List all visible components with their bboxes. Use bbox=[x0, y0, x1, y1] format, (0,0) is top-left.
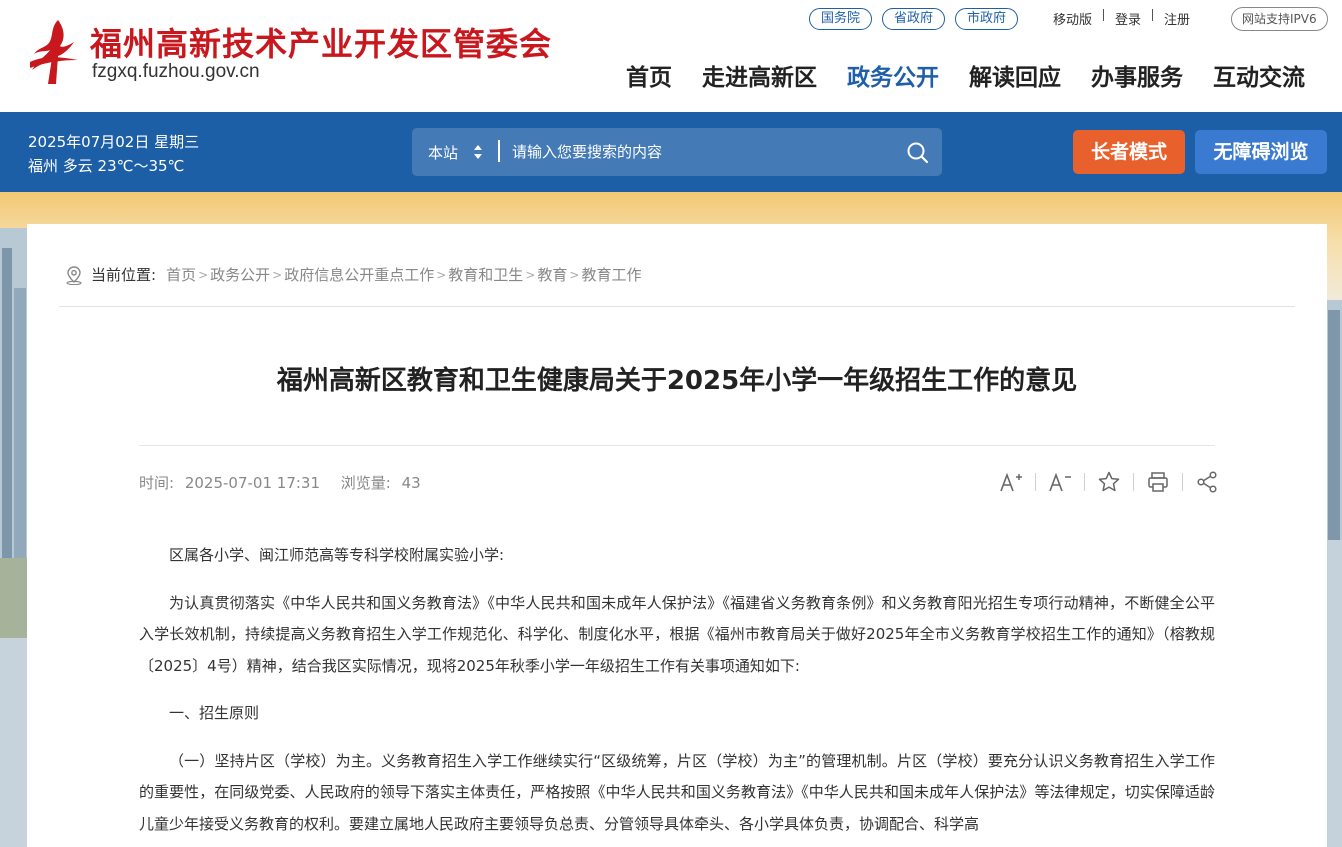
nav-government-affairs[interactable]: 政务公开 bbox=[847, 58, 939, 92]
divider bbox=[1182, 473, 1183, 491]
publish-time-label: 时间: bbox=[139, 474, 175, 492]
divider bbox=[1035, 473, 1036, 491]
location-pin-icon bbox=[66, 265, 82, 285]
views-label: 浏览量: bbox=[340, 474, 391, 492]
nav-interaction[interactable]: 互动交流 bbox=[1213, 58, 1305, 92]
share-icon[interactable] bbox=[1195, 470, 1219, 494]
breadcrumb-education-work[interactable]: 教育工作 bbox=[581, 264, 641, 285]
article-paragraph: 一、招生原则 bbox=[169, 704, 260, 722]
top-links: 移动版 登录 注册 bbox=[1053, 8, 1190, 28]
search-box: 本站 bbox=[412, 128, 942, 176]
site-header: 福州高新技术产业开发区管委会 fzgxq.fuzhou.gov.cn 国务院 省… bbox=[0, 0, 1342, 112]
nav-home[interactable]: 首页 bbox=[626, 58, 672, 92]
search-scope-select[interactable]: 本站 bbox=[428, 142, 458, 163]
register-link[interactable]: 注册 bbox=[1164, 9, 1190, 28]
search-input[interactable] bbox=[512, 136, 892, 168]
info-search-bar: 2025年07月02日 星期三 福州 多云 23℃～35℃ 本站 长者模式 无障… bbox=[0, 112, 1342, 192]
breadcrumb-separator: > bbox=[569, 267, 580, 282]
print-icon[interactable] bbox=[1146, 470, 1170, 494]
breadcrumb-key-work[interactable]: 政府信息公开重点工作 bbox=[284, 264, 434, 285]
search-divider bbox=[498, 140, 500, 162]
mobile-version-link[interactable]: 移动版 bbox=[1053, 9, 1092, 28]
article-tools bbox=[999, 470, 1219, 494]
updown-arrow-icon[interactable] bbox=[472, 141, 484, 163]
gov-links: 国务院 省政府 市政府 bbox=[809, 8, 1019, 30]
ipv6-badge[interactable]: 网站支持IPV6 bbox=[1231, 7, 1328, 31]
breadcrumb-separator: > bbox=[525, 267, 536, 282]
search-icon[interactable] bbox=[906, 141, 930, 165]
breadcrumb-education[interactable]: 教育 bbox=[537, 264, 567, 285]
article-paragraph: 为认真贯彻落实《中华人民共和国义务教育法》《中华人民共和国未成年人保护法》《福建… bbox=[139, 593, 1215, 675]
divider bbox=[1152, 8, 1154, 21]
site-domain: fzgxq.fuzhou.gov.cn bbox=[92, 61, 260, 82]
publish-time: 2025-07-01 17:31 bbox=[184, 474, 321, 492]
gov-link-state-council[interactable]: 国务院 bbox=[809, 8, 873, 30]
views-count: 43 bbox=[401, 474, 421, 492]
article-title: 福州高新区教育和卫生健康局关于2025年小学一年级招生工作的意见 bbox=[276, 366, 1078, 396]
nav-about-zone[interactable]: 走进高新区 bbox=[702, 58, 817, 92]
breadcrumb-label: 当前位置: bbox=[91, 266, 157, 284]
elder-mode-button[interactable]: 长者模式 bbox=[1073, 130, 1185, 174]
breadcrumb-home[interactable]: 首页 bbox=[166, 264, 196, 285]
breadcrumb-separator: > bbox=[436, 267, 447, 282]
login-link[interactable]: 登录 bbox=[1115, 9, 1141, 28]
nav-services[interactable]: 办事服务 bbox=[1091, 58, 1183, 92]
article-card: 当前位置: 首页 > 政务公开 > 政府信息公开重点工作 > 教育和卫生 > 教… bbox=[27, 224, 1327, 847]
nav-interpretation[interactable]: 解读回应 bbox=[969, 58, 1061, 92]
site-logo-icon[interactable] bbox=[28, 18, 80, 86]
gov-link-province[interactable]: 省政府 bbox=[882, 8, 946, 30]
breadcrumb: 当前位置: 首页 > 政务公开 > 政府信息公开重点工作 > 教育和卫生 > 教… bbox=[65, 264, 641, 285]
accessibility-button[interactable]: 无障碍浏览 bbox=[1195, 130, 1327, 174]
article-paragraph: 区属各小学、闽江师范高等专科学校附属实验小学: bbox=[169, 546, 505, 564]
cityscape-right-image bbox=[1326, 300, 1342, 847]
article-meta: 时间: 2025-07-01 17:31 浏览量: 43 bbox=[139, 472, 427, 493]
font-increase-icon[interactable] bbox=[999, 470, 1023, 494]
breadcrumb-gov-affairs[interactable]: 政务公开 bbox=[210, 264, 270, 285]
current-date: 2025年07月02日 星期三 bbox=[28, 133, 200, 151]
divider bbox=[59, 306, 1295, 307]
divider bbox=[1084, 473, 1085, 491]
weather-info: 福州 多云 23℃～35℃ bbox=[28, 157, 185, 175]
article-body: 区属各小学、闽江师范高等专科学校附属实验小学: 为认真贯彻落实《中华人民共和国义… bbox=[139, 540, 1215, 847]
divider bbox=[1103, 8, 1105, 21]
gov-link-city[interactable]: 市政府 bbox=[955, 8, 1019, 30]
favorite-star-icon[interactable] bbox=[1097, 470, 1121, 494]
font-decrease-icon[interactable] bbox=[1048, 470, 1072, 494]
divider bbox=[1133, 473, 1134, 491]
breadcrumb-edu-health[interactable]: 教育和卫生 bbox=[448, 264, 523, 285]
breadcrumb-separator: > bbox=[272, 267, 283, 282]
divider bbox=[139, 445, 1215, 446]
article-paragraph: （一）坚持片区（学校）为主。义务教育招生入学工作继续实行“区级统筹，片区（学校）… bbox=[139, 751, 1215, 833]
main-nav: 首页 走进高新区 政务公开 解读回应 办事服务 互动交流 bbox=[626, 58, 1305, 92]
site-name[interactable]: 福州高新技术产业开发区管委会 bbox=[90, 19, 552, 65]
breadcrumb-separator: > bbox=[198, 267, 209, 282]
cityscape-left-image bbox=[0, 228, 30, 847]
